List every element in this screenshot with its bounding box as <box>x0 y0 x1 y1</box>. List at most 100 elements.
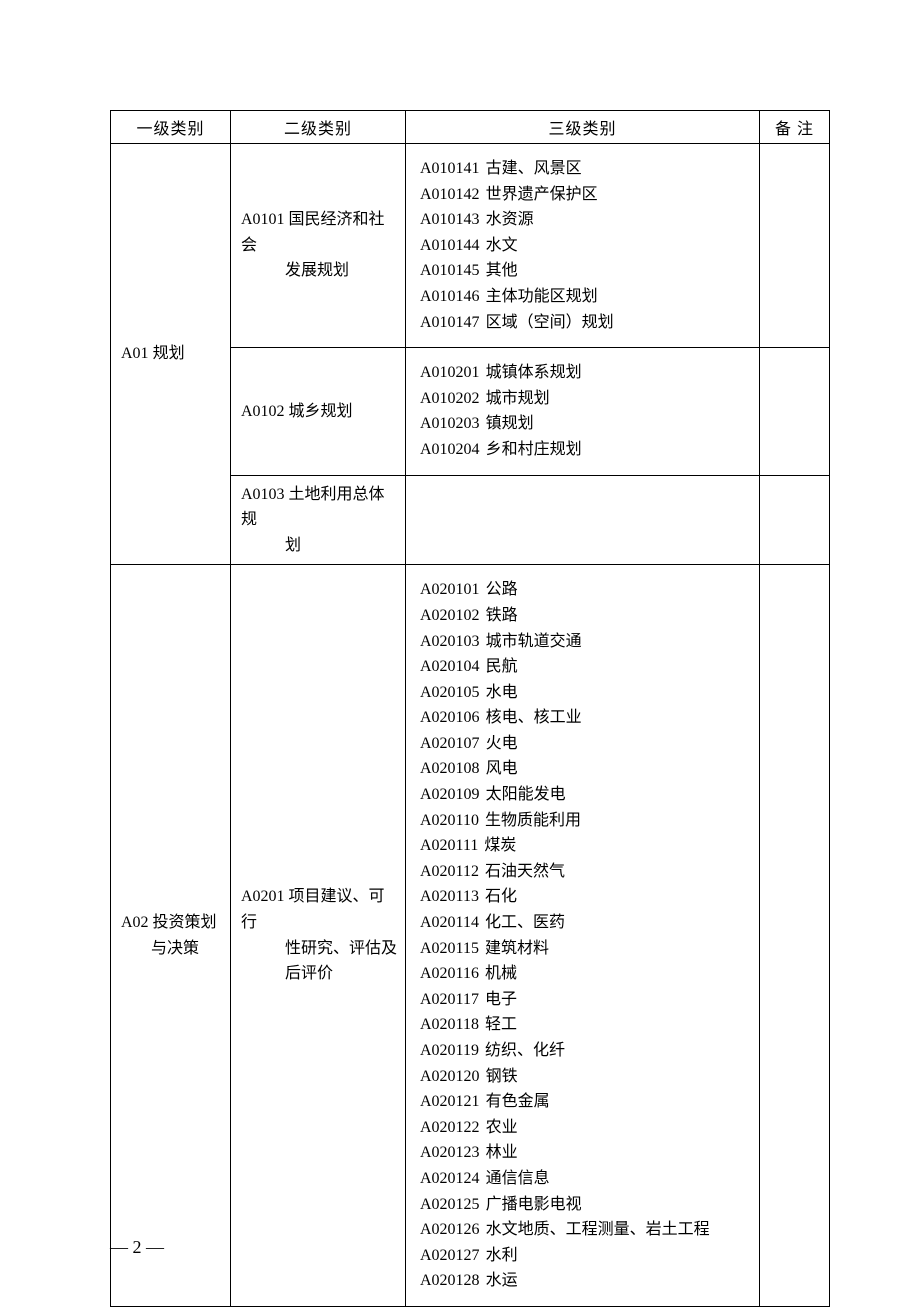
lvl3-name: 有色金属 <box>480 1089 550 1115</box>
lvl3-line: A010202城市规划 <box>420 386 753 412</box>
lvl3-code: A020118 <box>420 1012 479 1038</box>
lvl3-name: 公路 <box>480 577 518 603</box>
lvl3-code: A010201 <box>420 360 480 386</box>
lvl3-name: 乡和村庄规划 <box>480 437 582 463</box>
lvl3-name: 林业 <box>480 1140 518 1166</box>
lvl1-indent: 与决策 <box>121 936 230 962</box>
lvl3-name: 煤炭 <box>478 833 516 859</box>
lvl3-line: A020123林业 <box>420 1140 753 1166</box>
table-row: A02 投资策划 与决策 A0201 项目建议、可行 性研究、评估及 后评价 A… <box>111 565 830 1307</box>
lvl3-line: A020114化工、医药 <box>420 910 753 936</box>
lvl3-line: A010145其他 <box>420 258 753 284</box>
lvl3-line: A010143水资源 <box>420 207 753 233</box>
lvl3-name: 广播电影电视 <box>480 1192 582 1218</box>
lvl3-name: 城镇体系规划 <box>480 360 582 386</box>
lvl3-line: A010141古建、风景区 <box>420 156 753 182</box>
header-level3: 三级类别 <box>406 111 760 144</box>
lvl2-cell-a0102: A0102 城乡规划 <box>231 348 406 475</box>
category-table: 一级类别 二级类别 三级类别 备 注 A01 规划 A0101 国民经济和社会 … <box>110 110 830 1307</box>
lvl2-line: A0101 国民经济和社会 <box>241 207 399 258</box>
lvl3-code: A020103 <box>420 629 480 655</box>
lvl3-code: A020104 <box>420 654 480 680</box>
lvl3-code: A020112 <box>420 859 479 885</box>
lvl2-indent: 后评价 <box>241 961 399 987</box>
lvl3-line: A020111煤炭 <box>420 833 753 859</box>
lvl3-name: 石油天然气 <box>479 859 565 885</box>
lvl3-cell-a0201: A020101公路A020102铁路A020103城市轨道交通A020104民航… <box>406 565 760 1307</box>
lvl3-line: A020104民航 <box>420 654 753 680</box>
lvl3-name: 城市规划 <box>480 386 550 412</box>
lvl3-code: A020117 <box>420 987 479 1013</box>
header-level2: 二级类别 <box>231 111 406 144</box>
lvl1-name: 规划 <box>153 345 185 362</box>
lvl3-name: 建筑材料 <box>479 936 549 962</box>
lvl3-name: 水文地质、工程测量、岩土工程 <box>480 1217 710 1243</box>
lvl3-name: 通信信息 <box>480 1166 550 1192</box>
lvl3-code: A020108 <box>420 756 480 782</box>
lvl3-code: A020125 <box>420 1192 480 1218</box>
lvl3-name: 石化 <box>479 884 517 910</box>
lvl3-code: A010204 <box>420 437 480 463</box>
lvl3-code: A020120 <box>420 1064 480 1090</box>
lvl3-line: A020113石化 <box>420 884 753 910</box>
lvl2-line: A0201 项目建议、可行 <box>241 884 399 935</box>
lvl1-line: A02 投资策划 <box>121 910 230 936</box>
lvl3-line: A020107火电 <box>420 731 753 757</box>
lvl3-code: A020122 <box>420 1115 480 1141</box>
table-header-row: 一级类别 二级类别 三级类别 备 注 <box>111 111 830 144</box>
lvl3-name: 火电 <box>480 731 518 757</box>
lvl3-code: A020121 <box>420 1089 480 1115</box>
lvl3-line: A020108风电 <box>420 756 753 782</box>
lvl3-code: A020115 <box>420 936 479 962</box>
lvl3-name: 水利 <box>480 1243 518 1269</box>
lvl3-name: 民航 <box>480 654 518 680</box>
lvl3-code: A010203 <box>420 411 480 437</box>
lvl3-name: 水文 <box>480 233 518 259</box>
lvl3-name: 太阳能发电 <box>480 782 566 808</box>
lvl3-name: 铁路 <box>480 603 518 629</box>
lvl3-name: 机械 <box>479 961 517 987</box>
lvl3-line: A010142世界遗产保护区 <box>420 182 753 208</box>
lvl3-line: A020105水电 <box>420 680 753 706</box>
lvl3-line: A010146主体功能区规划 <box>420 284 753 310</box>
lvl3-line: A020124通信信息 <box>420 1166 753 1192</box>
lvl3-code: A020107 <box>420 731 480 757</box>
lvl3-code: A010144 <box>420 233 480 259</box>
lvl3-line: A010147区域（空间）规划 <box>420 310 753 336</box>
lvl3-line: A020112石油天然气 <box>420 859 753 885</box>
lvl3-name: 化工、医药 <box>479 910 565 936</box>
lvl3-code: A010145 <box>420 258 480 284</box>
lvl3-code: A010143 <box>420 207 480 233</box>
lvl3-code: A020124 <box>420 1166 480 1192</box>
lvl3-code: A010202 <box>420 386 480 412</box>
page: 一级类别 二级类别 三级类别 备 注 A01 规划 A0101 国民经济和社会 … <box>0 0 920 1302</box>
lvl2-line: A0102 城乡规划 <box>241 399 399 425</box>
lvl3-code: A020123 <box>420 1140 480 1166</box>
lvl3-line: A020119纺织、化纤 <box>420 1038 753 1064</box>
lvl3-line: A010204乡和村庄规划 <box>420 437 753 463</box>
lvl3-code: A020113 <box>420 884 479 910</box>
lvl2-cell-a0101: A0101 国民经济和社会 发展规划 <box>231 144 406 348</box>
lvl1-cell-a02: A02 投资策划 与决策 <box>111 565 231 1307</box>
lvl3-line: A020121有色金属 <box>420 1089 753 1115</box>
remark-cell <box>760 348 830 475</box>
lvl3-name: 生物质能利用 <box>479 808 581 834</box>
lvl3-name: 古建、风景区 <box>480 156 582 182</box>
lvl3-line: A020122农业 <box>420 1115 753 1141</box>
lvl3-code: A020128 <box>420 1268 480 1294</box>
lvl3-line: A020126水文地质、工程测量、岩土工程 <box>420 1217 753 1243</box>
lvl3-name: 轻工 <box>479 1012 517 1038</box>
lvl3-line: A020115建筑材料 <box>420 936 753 962</box>
remark-cell <box>760 144 830 348</box>
lvl3-code: A010147 <box>420 310 480 336</box>
lvl3-name: 水运 <box>480 1268 518 1294</box>
lvl3-code: A020101 <box>420 577 480 603</box>
page-number: — 2 — <box>110 1237 164 1258</box>
remark-cell <box>760 475 830 565</box>
lvl1-code: A01 <box>121 345 149 362</box>
lvl3-code: A020102 <box>420 603 480 629</box>
lvl3-name: 钢铁 <box>480 1064 518 1090</box>
lvl3-name: 世界遗产保护区 <box>480 182 598 208</box>
lvl3-line: A010144水文 <box>420 233 753 259</box>
lvl3-name: 城市轨道交通 <box>480 629 582 655</box>
